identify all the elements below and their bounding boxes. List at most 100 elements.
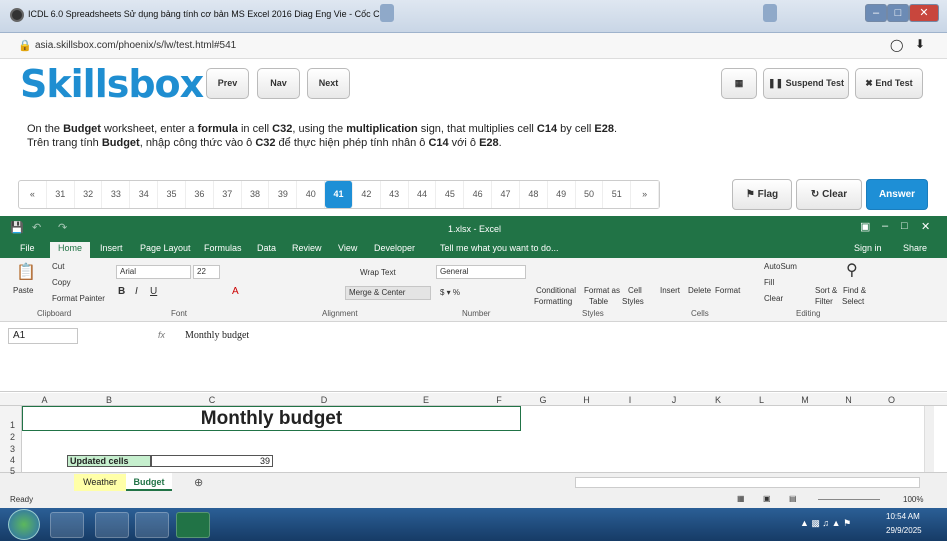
autosum-button[interactable]: AutoSum <box>764 262 797 271</box>
pager-page[interactable]: 46 <box>464 181 493 208</box>
row-header[interactable]: 1 <box>0 420 22 430</box>
prev-button[interactable]: Prev <box>206 68 249 99</box>
tab-insert[interactable]: Insert <box>100 243 123 253</box>
tab-file[interactable]: File <box>20 243 35 253</box>
underline-button[interactable]: U <box>150 286 157 297</box>
pager-last[interactable]: » <box>631 181 660 208</box>
tray-icons[interactable]: ▲ ▩ ♫ ▲ ⚑ <box>800 518 851 529</box>
next-button[interactable]: Next <box>307 68 350 99</box>
pager-page[interactable]: 32 <box>75 181 103 208</box>
column-header[interactable]: A <box>22 394 67 406</box>
row-header[interactable]: 5 <box>0 466 22 476</box>
column-header[interactable]: J <box>652 394 696 406</box>
pager-page[interactable]: 31 <box>47 181 75 208</box>
row-header[interactable]: 4 <box>0 455 22 465</box>
shield-icon[interactable]: ◯ <box>890 38 903 52</box>
pager-page[interactable]: 33 <box>102 181 131 208</box>
save-icon[interactable]: 💾 <box>10 221 24 234</box>
tell-me-search[interactable]: Tell me what you want to do... <box>440 243 559 253</box>
paste-button[interactable]: Paste <box>13 286 33 295</box>
pager-page[interactable]: 36 <box>186 181 214 208</box>
share-button[interactable]: Share <box>903 243 927 253</box>
cut-button[interactable]: Cut <box>52 262 64 271</box>
excel-close-icon[interactable]: ✕ <box>921 220 930 233</box>
row-header[interactable]: 2 <box>0 432 22 442</box>
pager-page[interactable]: 43 <box>381 181 409 208</box>
tab-icon[interactable] <box>763 4 777 22</box>
coccoc-taskbar-icon[interactable] <box>135 512 169 538</box>
file-explorer-icon[interactable] <box>50 512 84 538</box>
find-select-button[interactable]: Find & <box>843 286 866 295</box>
excel-minimize-icon[interactable]: – <box>882 220 888 232</box>
column-header[interactable]: C <box>151 394 273 406</box>
paste-icon[interactable]: 📋 <box>16 262 36 282</box>
font-color-icon[interactable]: A <box>232 286 239 297</box>
pager-page[interactable]: 51 <box>603 181 632 208</box>
italic-button[interactable]: I <box>135 286 138 297</box>
clear-button[interactable]: ↻ Clear <box>796 179 862 210</box>
new-tab-icon[interactable] <box>380 4 394 22</box>
excel-taskbar-icon[interactable] <box>176 512 210 538</box>
tab-developer[interactable]: Developer <box>374 243 415 253</box>
column-header[interactable]: F <box>477 394 521 406</box>
fill-button[interactable]: Fill <box>764 278 774 287</box>
name-box[interactable]: A1 <box>8 328 78 344</box>
tab-data[interactable]: Data <box>257 243 276 253</box>
download-icon[interactable]: ⬇ <box>915 37 925 51</box>
column-header[interactable]: H <box>565 394 608 406</box>
conditional-formatting-button[interactable]: Conditional <box>536 286 576 295</box>
column-header[interactable]: E <box>375 394 477 406</box>
redo-icon[interactable]: ↷ <box>58 221 67 234</box>
horizontal-scrollbar[interactable] <box>575 477 920 488</box>
updated-cells-label[interactable]: Updated cells <box>67 455 151 467</box>
tab-formulas[interactable]: Formulas <box>204 243 242 253</box>
flag-button[interactable]: ⚑ Flag <box>732 179 792 210</box>
pager-page[interactable]: 49 <box>548 181 576 208</box>
page-break-view-icon[interactable]: ▤ <box>789 494 797 503</box>
column-header[interactable]: B <box>67 394 151 406</box>
column-header[interactable]: K <box>696 394 740 406</box>
number-format-select[interactable]: General <box>436 265 526 279</box>
network-app-icon[interactable] <box>95 512 129 538</box>
end-test-button[interactable]: ✖ End Test <box>855 68 923 99</box>
add-sheet-icon[interactable]: ⊕ <box>194 476 203 489</box>
minimize-window-button[interactable]: – <box>865 4 887 22</box>
vertical-scrollbar[interactable] <box>924 406 934 472</box>
tab-home[interactable]: Home <box>50 242 91 258</box>
pager-page[interactable]: 41 <box>325 181 353 208</box>
zoom-slider[interactable] <box>818 499 880 500</box>
sheet-tab-weather[interactable]: Weather <box>74 474 126 491</box>
column-header[interactable]: N <box>827 394 870 406</box>
answer-button[interactable]: Answer <box>866 179 928 210</box>
pager-page[interactable]: 45 <box>436 181 465 208</box>
suspend-test-button[interactable]: ❚❚ Suspend Test <box>763 68 849 99</box>
calculator-button[interactable]: ▦ <box>721 68 757 99</box>
pager-page[interactable]: 44 <box>409 181 437 208</box>
start-button-icon[interactable] <box>8 509 40 540</box>
sign-in-link[interactable]: Sign in <box>854 243 882 253</box>
pager-page[interactable]: 37 <box>214 181 242 208</box>
column-header[interactable]: G <box>521 394 565 406</box>
merge-center-button[interactable]: Merge & Center <box>345 286 431 300</box>
sheet-tab-budget[interactable]: Budget <box>126 473 172 491</box>
excel-maximize-icon[interactable]: □ <box>901 220 908 232</box>
formula-input[interactable]: Monthly budget <box>185 330 249 341</box>
column-header[interactable]: L <box>740 394 783 406</box>
column-header[interactable]: D <box>273 394 375 406</box>
copy-button[interactable]: Copy <box>52 278 71 287</box>
merged-title-cell[interactable]: Monthly budget <box>22 406 521 431</box>
pager-page[interactable]: 40 <box>297 181 326 208</box>
sort-filter-button[interactable]: Sort & <box>815 286 837 295</box>
column-header[interactable]: I <box>608 394 652 406</box>
clear-format-button[interactable]: Clear <box>764 294 783 303</box>
tab-view[interactable]: View <box>338 243 357 253</box>
ribbon-options-icon[interactable]: ▣ <box>860 220 870 233</box>
insert-cells-button[interactable]: Insert <box>660 286 680 295</box>
undo-icon[interactable]: ↶ <box>32 221 41 234</box>
pager-page[interactable]: 35 <box>158 181 186 208</box>
pager-first[interactable]: « <box>19 181 47 208</box>
format-painter-button[interactable]: Format Painter <box>52 294 105 303</box>
column-header[interactable]: O <box>870 394 913 406</box>
page-layout-view-icon[interactable]: ▣ <box>763 494 771 503</box>
tab-review[interactable]: Review <box>292 243 322 253</box>
